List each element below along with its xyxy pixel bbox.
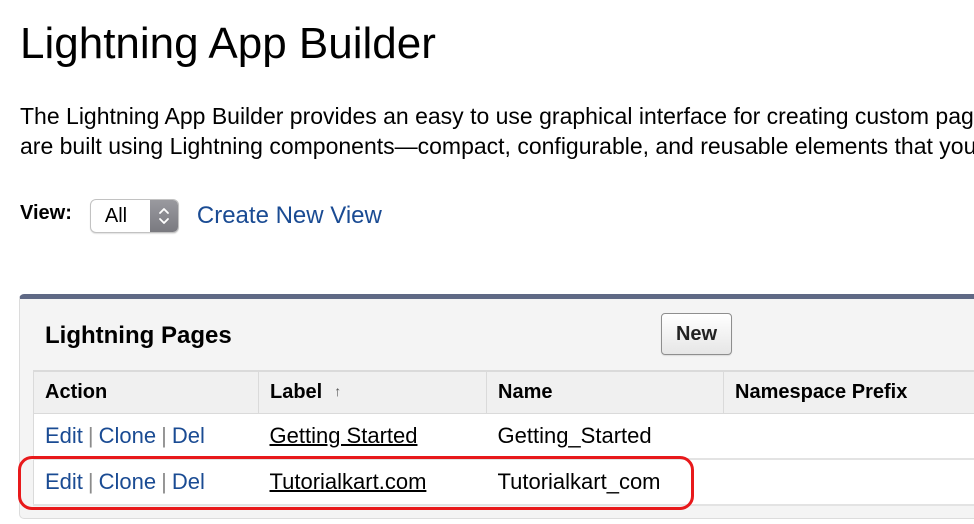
column-header-label: Label (270, 380, 323, 403)
clone-link[interactable]: Clone (99, 469, 156, 494)
action-cell: Edit | Clone | Del (33, 413, 259, 460)
page-description: The Lightning App Builder provides an ea… (20, 101, 974, 161)
page-title: Lightning App Builder (20, 19, 436, 68)
column-header-label: Action (45, 380, 108, 403)
table-row: Edit | Clone | Del Tutorialkart.com Tutorial… (33, 459, 974, 506)
column-header-label: Namespace Prefix (735, 380, 908, 403)
action-separator: | (87, 469, 94, 494)
page-label-link[interactable]: Tutorialkart.com (270, 469, 427, 494)
description-line-1: The Lightning App Builder provides an ea… (20, 103, 974, 129)
label-cell: Getting Started (258, 413, 487, 460)
namespace-prefix-cell (723, 459, 974, 506)
action-separator: | (161, 422, 167, 448)
column-header-label-sortable[interactable]: Label ↑ (258, 370, 487, 414)
view-select-value: All (104, 205, 128, 227)
edit-link[interactable]: Edit (45, 423, 83, 448)
page-label-link[interactable]: Getting Started (270, 423, 418, 448)
table-header-row: Action Label ↑ Name Namespace Prefix (33, 370, 974, 414)
view-label: View: (20, 201, 72, 224)
panel-title: Lightning Pages (45, 322, 232, 349)
name-cell: Getting_Started (486, 413, 724, 460)
clone-link[interactable]: Clone (99, 423, 156, 448)
delete-link[interactable]: Del (172, 469, 205, 494)
create-new-view-link[interactable]: Create New View (197, 202, 382, 230)
action-cell: Edit | Clone | Del (33, 459, 259, 506)
sort-ascending-arrow-icon[interactable]: ↑ (334, 383, 341, 399)
view-select[interactable]: All (89, 199, 179, 233)
column-header-label: Name (498, 380, 553, 403)
delete-link[interactable]: Del (172, 423, 205, 448)
view-filter-row: View: All Create New View (20, 196, 382, 236)
edit-link[interactable]: Edit (45, 469, 83, 494)
action-separator: | (161, 469, 167, 494)
column-header-namespace-prefix[interactable]: Namespace Prefix (723, 370, 974, 414)
new-button[interactable]: New (661, 313, 732, 355)
lightning-pages-panel: Lightning Pages New Action Label ↑ Name N… (19, 294, 974, 519)
name-cell: Tutorialkart_com (486, 459, 724, 506)
description-line-2: are built using Lightning components—com… (20, 133, 974, 159)
namespace-prefix-cell (723, 413, 974, 460)
action-separator: | (87, 422, 94, 448)
lightning-pages-table: Action Label ↑ Name Namespace Prefix Edit… (33, 370, 974, 506)
table-row: Edit | Clone | Del Getting Started Getting_S… (33, 413, 974, 460)
updown-chevron-icon (149, 200, 178, 232)
column-header-name[interactable]: Name (486, 370, 724, 414)
label-cell: Tutorialkart.com (258, 459, 487, 506)
column-header-action: Action (33, 370, 259, 414)
